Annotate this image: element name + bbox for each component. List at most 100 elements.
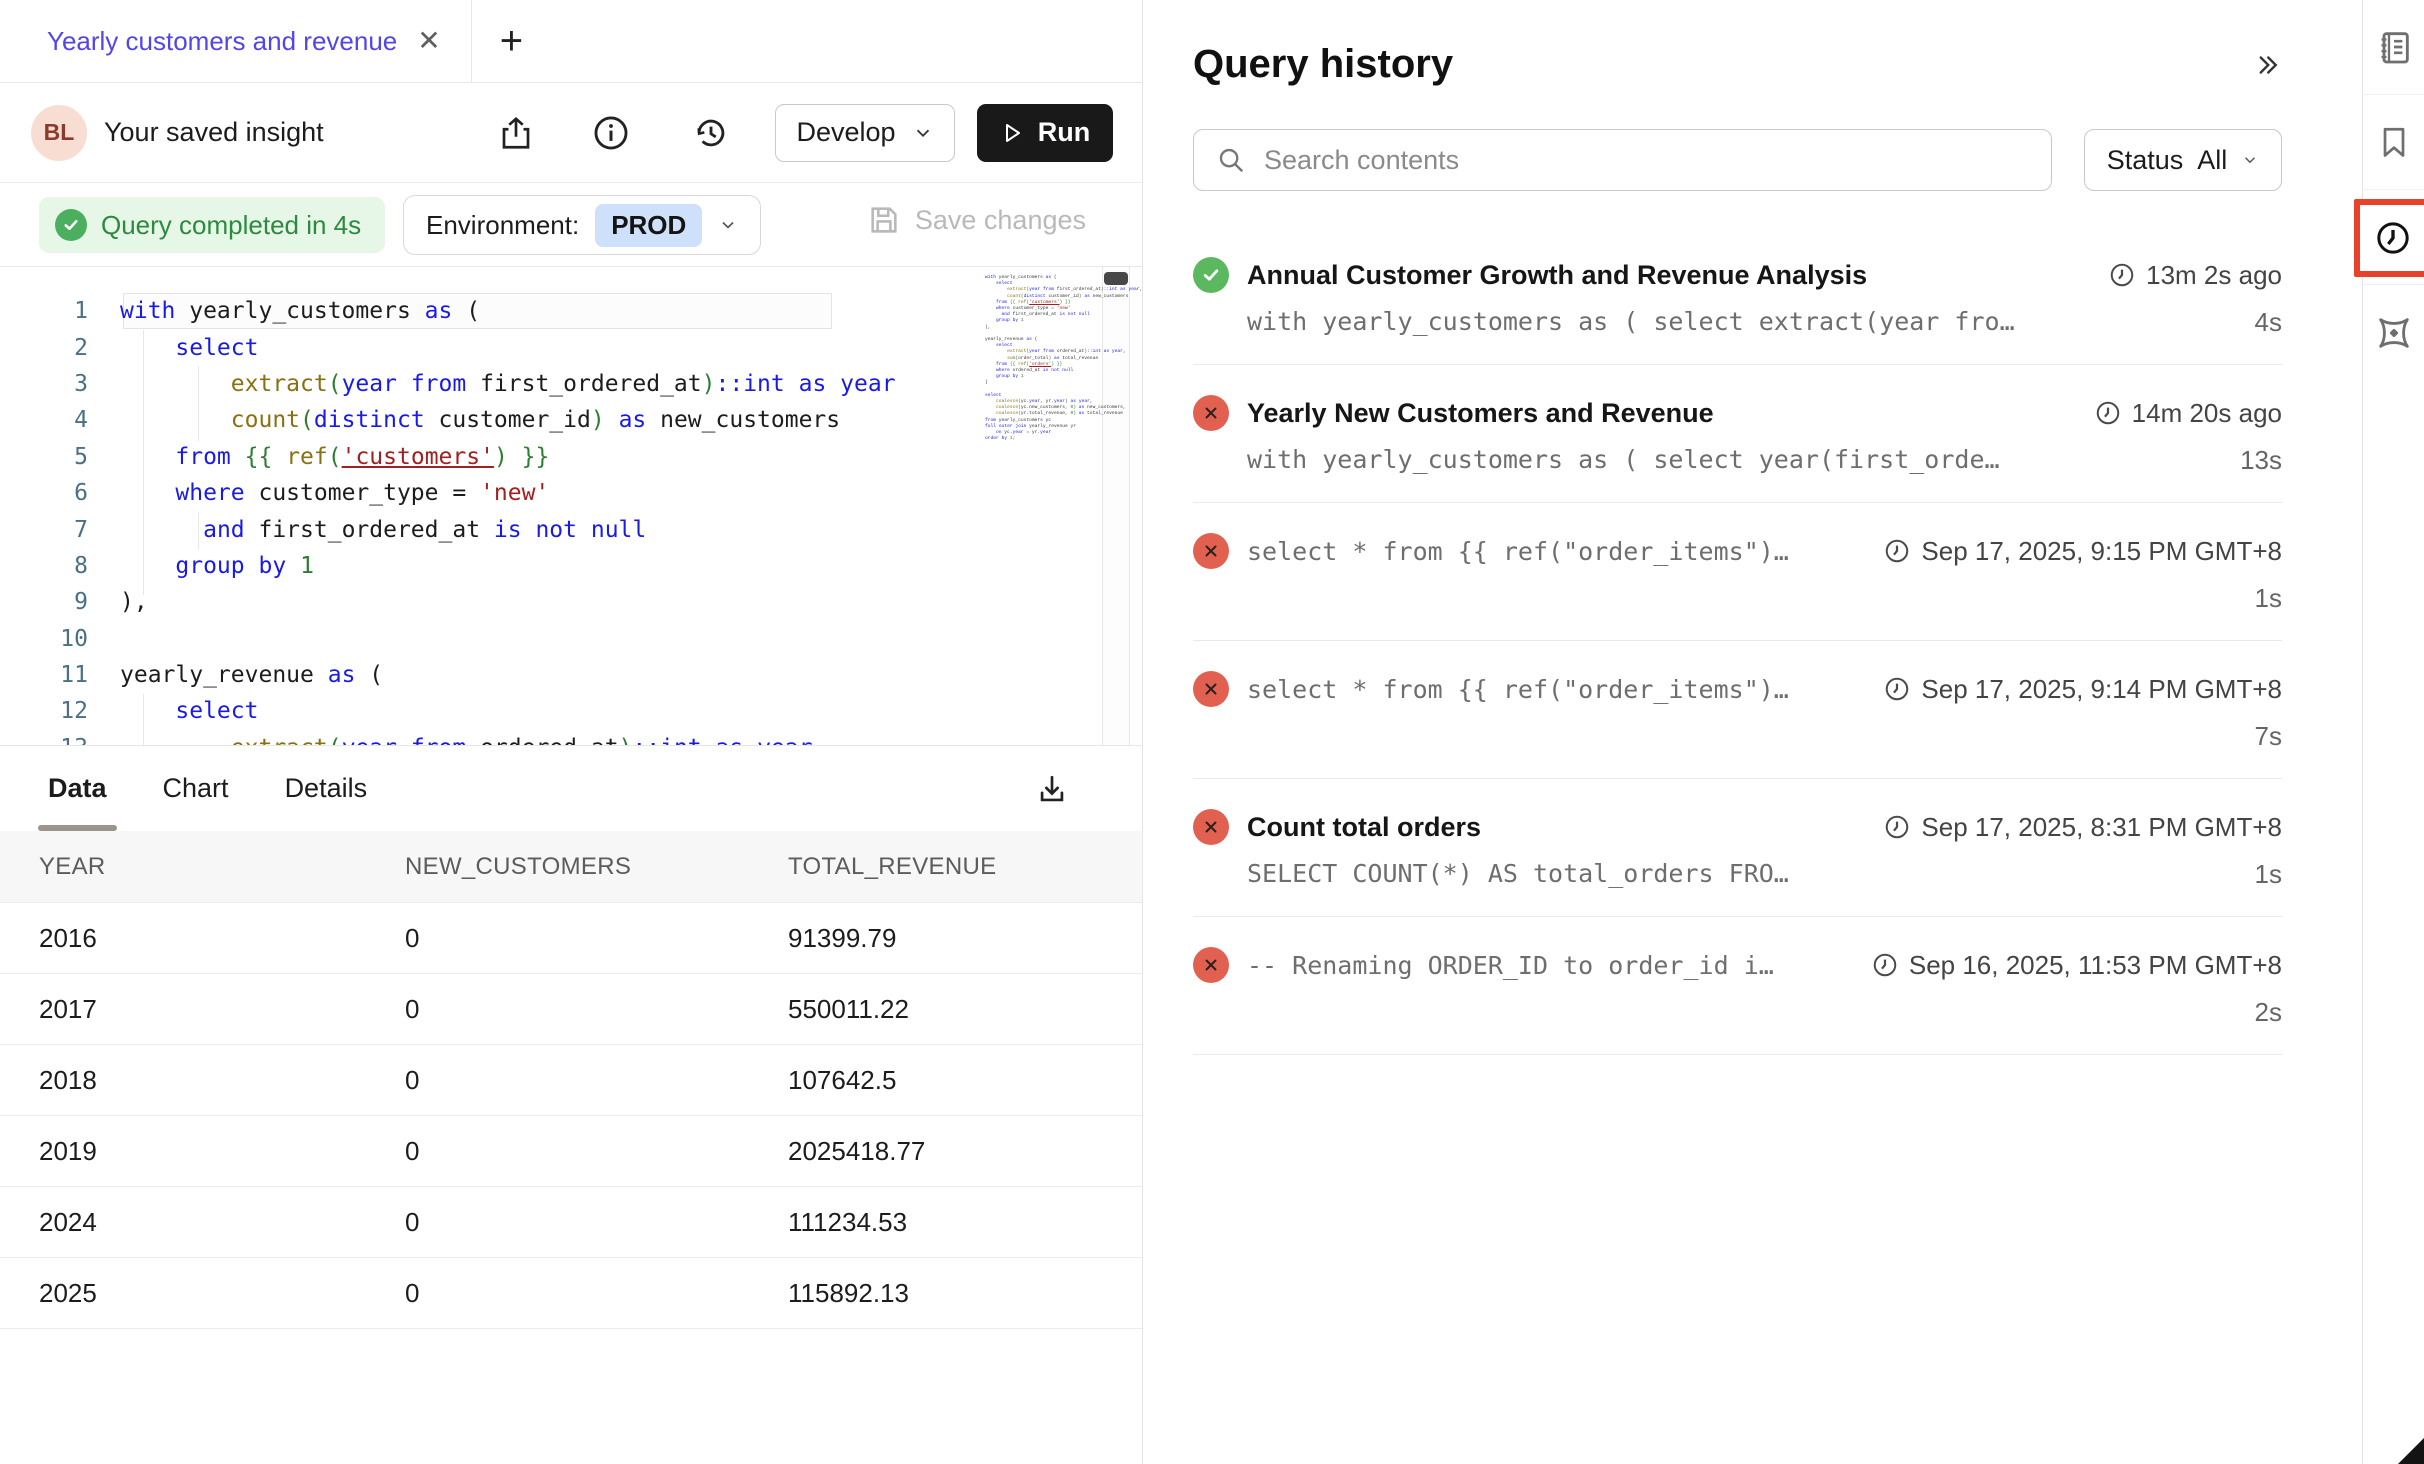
item-timestamp: 13m 2s ago <box>2108 260 2282 291</box>
close-tab-icon[interactable]: ✕ <box>417 27 440 55</box>
table-cell: 0 <box>405 1207 788 1238</box>
resize-corner[interactable] <box>2398 1438 2424 1464</box>
code-text: count(distinct customer_id) as new_custo… <box>120 407 840 433</box>
search-input[interactable] <box>1264 145 2029 176</box>
results-tab-data[interactable]: Data <box>48 746 107 831</box>
avatar: BL <box>31 105 87 161</box>
code-line-5[interactable]: 5 from {{ ref('customers') }} <box>0 439 1142 475</box>
line-number: 3 <box>0 371 120 397</box>
code-line-2[interactable]: 2 select <box>0 329 1142 365</box>
chevron-down-icon <box>2241 151 2259 169</box>
save-changes-button[interactable]: Save changes <box>867 203 1086 237</box>
run-label: Run <box>1038 117 1090 148</box>
table-cell: 0 <box>405 1278 788 1309</box>
table-row[interactable]: 201902025418.77 <box>0 1116 1142 1187</box>
table-row[interactable]: 20180107642.5 <box>0 1045 1142 1116</box>
run-button[interactable]: Run <box>977 104 1113 162</box>
results-table-header: YEARNEW_CUSTOMERSTOTAL_REVENUE <box>0 831 1142 903</box>
item-title: Count total orders <box>1247 812 1865 843</box>
clock-icon <box>1883 537 1911 565</box>
code-line-10[interactable]: 10 <box>0 621 1142 657</box>
query-history-item[interactable]: select * from {{ ref("order_items")…Sep … <box>1193 641 2282 779</box>
code-line-13[interactable]: 13 extract(year from ordered_at)::int as… <box>0 730 1142 745</box>
version-history-icon[interactable] <box>689 111 733 155</box>
environment-selector[interactable]: Environment: PROD <box>403 195 761 255</box>
error-x-icon <box>1193 947 1229 983</box>
line-number: 4 <box>0 407 120 433</box>
item-timestamp: Sep 17, 2025, 9:15 PM GMT+8 <box>1883 536 2282 567</box>
tab-title: Yearly customers and revenue <box>47 26 397 57</box>
code-line-6[interactable]: 6 where customer_type = 'new' <box>0 475 1142 511</box>
results-table-body: 2016091399.7920170550011.2220180107642.5… <box>0 903 1142 1329</box>
environment-label: Environment: <box>426 210 579 241</box>
item-query-preview: -- Renaming ORDER_ID to order_id i… <box>1247 951 1853 980</box>
query-history-title: Query history <box>1193 42 1453 87</box>
table-cell: 0 <box>405 923 788 954</box>
item-duration: 4s <box>2255 307 2282 338</box>
query-history-item[interactable]: Count total ordersSep 17, 2025, 8:31 PM … <box>1193 779 2282 917</box>
info-icon[interactable] <box>589 111 633 155</box>
code-line-1[interactable]: 1with yearly_customers as ( <box>0 293 1142 329</box>
results-tab-details[interactable]: Details <box>285 746 368 831</box>
table-cell: 2016 <box>39 923 405 954</box>
column-header-year: YEAR <box>39 853 405 881</box>
status-filter-dropdown[interactable]: Status All <box>2084 129 2282 191</box>
code-text: ), <box>120 589 148 615</box>
results-tabs: Data Chart Details <box>0 745 1142 831</box>
code-line-8[interactable]: 8 group by 1 <box>0 548 1142 584</box>
sql-editor[interactable]: 1with yearly_customers as (2 select3 ext… <box>0 267 1142 745</box>
line-number: 12 <box>0 698 120 724</box>
table-row[interactable]: 2016091399.79 <box>0 903 1142 974</box>
code-text: and first_ordered_at is not null <box>120 517 646 543</box>
query-history-item[interactable]: -- Renaming ORDER_ID to order_id i…Sep 1… <box>1193 917 2282 1055</box>
new-tab-button[interactable]: + <box>500 21 523 61</box>
notebook-icon[interactable] <box>2363 0 2424 95</box>
code-line-7[interactable]: 7 and first_ordered_at is not null <box>0 511 1142 547</box>
search-box[interactable] <box>1193 129 2052 191</box>
item-timestamp: Sep 17, 2025, 9:14 PM GMT+8 <box>1883 674 2282 705</box>
minimap[interactable]: with yearly_customers as ( select extrac… <box>985 275 1097 442</box>
query-status-text: Query completed in 4s <box>101 210 361 241</box>
item-title: Annual Customer Growth and Revenue Analy… <box>1247 260 2090 291</box>
collapse-panel-icon[interactable] <box>2252 50 2282 80</box>
query-history-item[interactable]: select * from {{ ref("order_items")…Sep … <box>1193 503 2282 641</box>
query-history-item[interactable]: Yearly New Customers and Revenue14m 20s … <box>1193 365 2282 503</box>
table-row[interactable]: 20170550011.22 <box>0 974 1142 1045</box>
query-history-controls: Status All <box>1193 129 2282 191</box>
history-clock-icon[interactable] <box>2363 190 2424 285</box>
column-header-total_revenue: TOTAL_REVENUE <box>788 853 1142 881</box>
table-row[interactable]: 20240111234.53 <box>0 1187 1142 1258</box>
tab-yearly-customers-and-revenue[interactable]: Yearly customers and revenue ✕ <box>0 0 472 82</box>
line-number: 13 <box>0 735 120 745</box>
error-x-icon <box>1193 533 1229 569</box>
error-x-icon <box>1193 671 1229 707</box>
chevron-down-icon <box>718 215 738 235</box>
bookmark-icon[interactable] <box>2363 95 2424 190</box>
code-text: from {{ ref('customers') }} <box>120 444 549 470</box>
code-text: group by 1 <box>120 553 314 579</box>
insight-label: Your saved insight <box>104 117 324 148</box>
code-text: yearly_revenue as ( <box>120 662 383 688</box>
code-line-3[interactable]: 3 extract(year from first_ordered_at)::i… <box>0 366 1142 402</box>
column-header-new_customers: NEW_CUSTOMERS <box>405 853 788 881</box>
scrollbar-thumb[interactable] <box>1104 272 1128 285</box>
editor-scrollbar[interactable] <box>1102 267 1130 745</box>
code-line-11[interactable]: 11yearly_revenue as ( <box>0 657 1142 693</box>
code-line-4[interactable]: 4 count(distinct customer_id) as new_cus… <box>0 402 1142 438</box>
check-circle-icon <box>55 209 87 241</box>
code-line-9[interactable]: 9), <box>0 584 1142 620</box>
query-history-item[interactable]: Annual Customer Growth and Revenue Analy… <box>1193 227 2282 365</box>
download-icon[interactable] <box>1030 768 1074 812</box>
code-line-12[interactable]: 12 select <box>0 693 1142 729</box>
develop-button[interactable]: Develop <box>775 104 955 162</box>
results-tab-chart[interactable]: Chart <box>163 746 229 831</box>
table-row[interactable]: 20250115892.13 <box>0 1258 1142 1329</box>
code-text: select <box>120 698 258 724</box>
dbt-logo-icon[interactable] <box>2363 285 2424 380</box>
develop-label: Develop <box>796 117 895 148</box>
error-x-icon <box>1193 395 1229 431</box>
share-icon[interactable] <box>494 111 538 155</box>
item-query-preview: with yearly_customers as ( select extrac… <box>1247 307 2235 336</box>
code-text: extract(year from ordered_at)::int as ye… <box>120 735 826 745</box>
editor-panel: Yearly customers and revenue ✕ + BL Your… <box>0 0 1142 1464</box>
